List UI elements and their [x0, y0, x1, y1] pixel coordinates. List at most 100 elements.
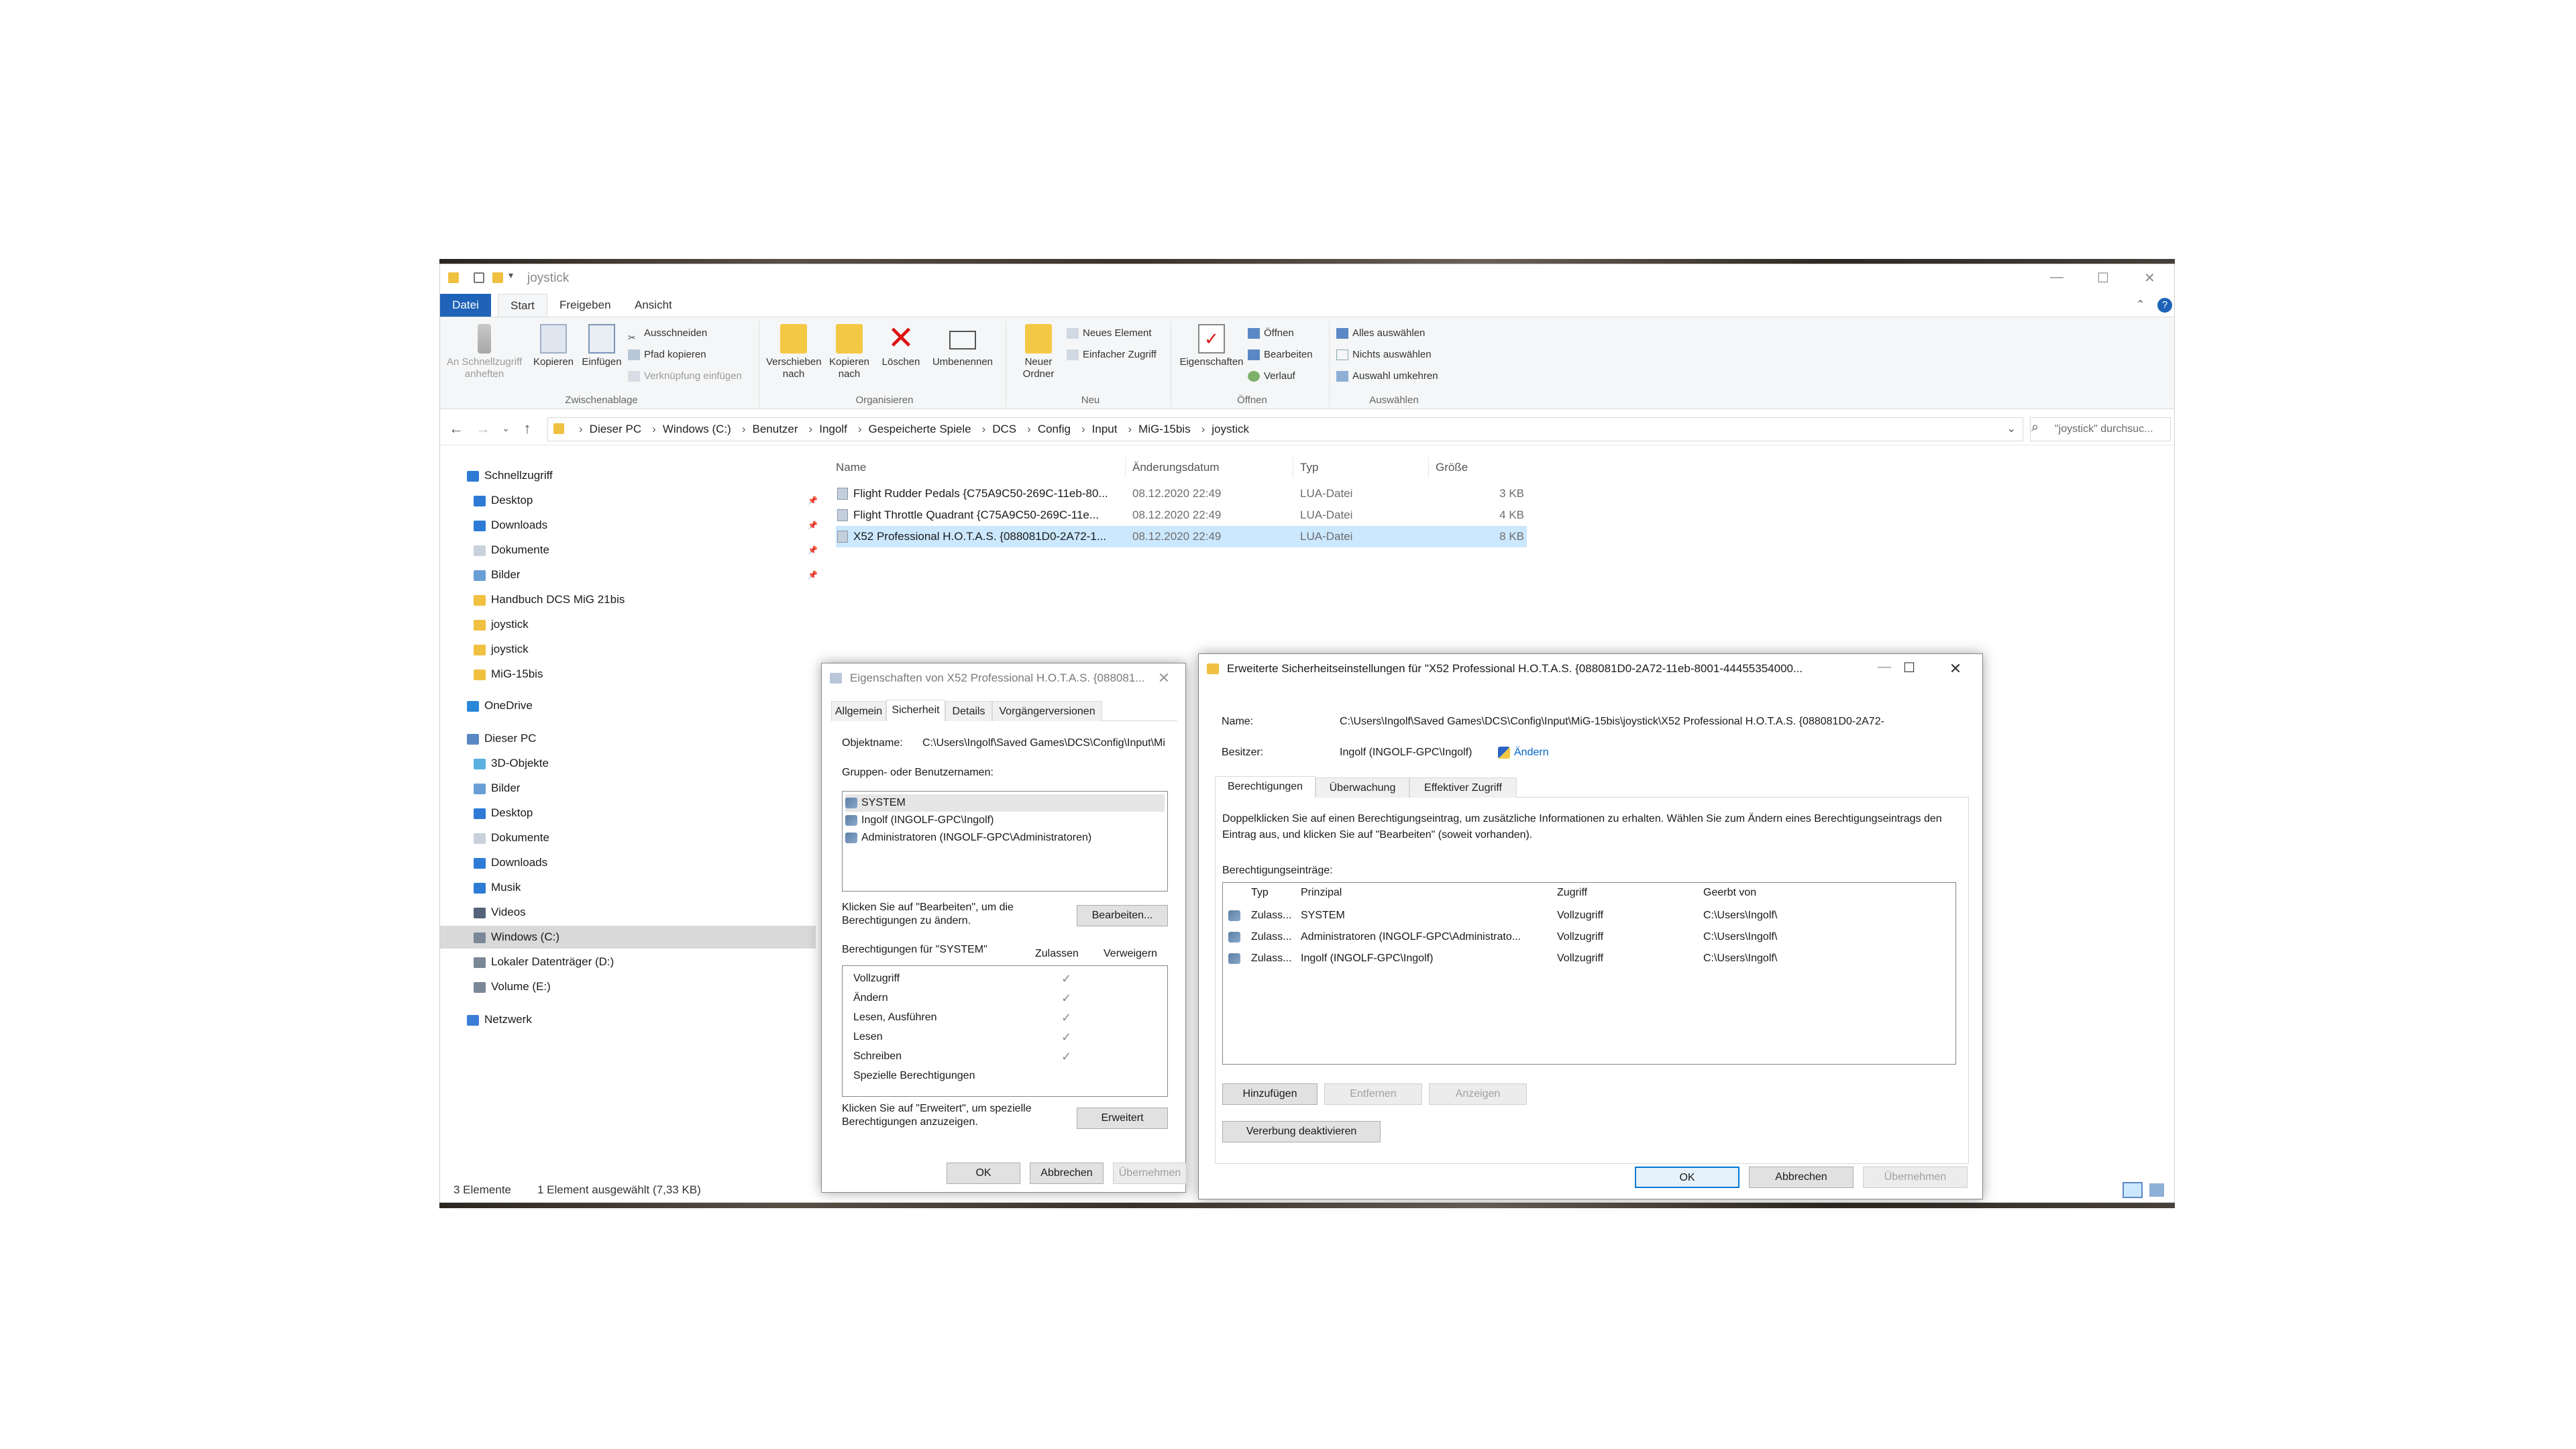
select-none-button[interactable]: Nichts auswählen [1334, 345, 1432, 364]
collapse-ribbon-icon[interactable]: ⌃ [2136, 298, 2145, 311]
breadcrumb-item[interactable]: Input [1092, 418, 1118, 441]
search-input[interactable]: "joystick" durchsuc... [2030, 417, 2171, 441]
tab-sicherheit[interactable]: Sicherheit [886, 700, 945, 721]
properties-cancel-button[interactable]: Abbrechen [1030, 1163, 1104, 1184]
easy-access-button[interactable]: Einfacher Zugriff [1064, 345, 1157, 364]
tab-ueberwachung[interactable]: Überwachung [1316, 777, 1409, 798]
back-arrow-icon[interactable]: ← [447, 420, 466, 437]
copy-button[interactable]: Kopieren [530, 324, 577, 368]
breadcrumb-item[interactable]: Benutzer [753, 418, 798, 441]
breadcrumb-item[interactable]: MiG-15bis [1138, 418, 1190, 441]
entries-col-geerbt[interactable]: Geerbt von [1703, 887, 1756, 899]
breadcrumb-separator-icon[interactable]: › [742, 418, 746, 441]
breadcrumb-item[interactable]: Config [1038, 418, 1071, 441]
tab-freigeben[interactable]: Freigeben [547, 294, 623, 317]
tab-berechtigungen[interactable]: Berechtigungen [1215, 776, 1316, 798]
nav-pc-item[interactable]: 3D-Objekte [440, 752, 816, 775]
nav-pc-item[interactable]: Bilder [440, 777, 816, 800]
breadcrumb-separator-icon[interactable]: › [858, 418, 862, 441]
file-row[interactable]: Flight Rudder Pedals {C75A9C50-269C-11eb… [836, 483, 1527, 504]
nav-this-pc[interactable]: Dieser PC [440, 727, 816, 750]
address-box[interactable]: › Dieser PC › Windows (C:) › Benutzer › Ingolf ›… [547, 417, 2023, 441]
paste-link-button[interactable]: Verknüpfung einfügen [625, 367, 742, 386]
tab-vorgaengerversionen[interactable]: Vorgängerversionen [992, 701, 1102, 721]
advanced-maximize-button[interactable]: ☐ [1903, 659, 1915, 676]
advanced-apply-button[interactable]: Übernehmen [1863, 1167, 1968, 1188]
pin-quick-access-button[interactable]: An Schnellzugriff anheften [444, 324, 525, 380]
group-entry[interactable]: Administratoren (INGOLF-GPC\Administrato… [845, 829, 1165, 847]
pin-icon[interactable]: 📌 [808, 514, 818, 537]
column-name[interactable]: Name [830, 458, 1126, 478]
entries-col-prinzipal[interactable]: Prinzipal [1301, 887, 1342, 899]
file-row[interactable]: X52 Professional H.O.T.A.S. {088081D0-2A… [836, 526, 1527, 547]
properties-close-button[interactable]: ✕ [1149, 663, 1179, 693]
pin-icon[interactable]: 📌 [808, 564, 818, 586]
open-button[interactable]: Öffnen [1245, 324, 1294, 343]
nav-pc-item[interactable]: Windows (C:) [440, 926, 816, 949]
copy-path-button[interactable]: Pfad kopieren [625, 345, 706, 364]
move-to-button[interactable]: Verschieben nach [766, 324, 822, 380]
nav-onedrive[interactable]: OneDrive [440, 694, 816, 717]
forward-arrow-icon[interactable]: → [474, 420, 492, 437]
remove-button[interactable]: Entfernen [1324, 1083, 1422, 1105]
nav-pc-item[interactable]: Desktop [440, 802, 816, 824]
nav-pc-item[interactable]: Videos [440, 901, 816, 924]
breadcrumb-separator-icon[interactable]: › [652, 418, 656, 441]
breadcrumb-separator-icon[interactable]: › [1128, 418, 1132, 441]
nav-quick-item[interactable]: joystick [440, 638, 816, 661]
groups-list[interactable]: SYSTEM Ingolf (INGOLF-GPC\Ingolf) Administ… [842, 791, 1168, 892]
history-button[interactable]: Verlauf [1245, 367, 1295, 386]
copy-to-button[interactable]: Kopieren nach [824, 324, 875, 380]
breadcrumb-separator-icon[interactable]: › [1201, 418, 1205, 441]
breadcrumb-item[interactable]: Windows (C:) [663, 418, 731, 441]
tab-allgemein[interactable]: Allgemein [831, 701, 886, 721]
nav-pc-item[interactable]: Volume (E:) [440, 975, 816, 998]
nav-pc-item[interactable]: Dokumente [440, 826, 816, 849]
entries-col-typ[interactable]: Typ [1251, 887, 1269, 899]
nav-quick-item[interactable]: Desktop 📌 [440, 489, 818, 512]
pin-icon[interactable]: 📌 [808, 489, 818, 512]
delete-button[interactable]: ✕ Löschen [877, 323, 924, 368]
column-date[interactable]: Änderungsdatum [1127, 458, 1293, 478]
tab-datei[interactable]: Datei [440, 294, 491, 317]
breadcrumb-separator-icon[interactable]: › [1081, 418, 1085, 441]
column-size[interactable]: Größe [1430, 458, 1531, 478]
properties-ok-button[interactable]: OK [947, 1163, 1020, 1184]
tab-details[interactable]: Details [945, 701, 992, 721]
breadcrumb-separator-icon[interactable]: › [982, 418, 986, 441]
nav-quick-item[interactable]: Downloads 📌 [440, 514, 818, 537]
tab-start[interactable]: Start [498, 294, 547, 317]
invert-selection-button[interactable]: Auswahl umkehren [1334, 367, 1438, 386]
large-icons-view-icon[interactable] [2149, 1183, 2164, 1197]
nav-network[interactable]: Netzwerk [440, 1008, 816, 1031]
recent-locations-icon[interactable]: ⌄ [496, 423, 515, 434]
disable-inheritance-button[interactable]: Vererbung deaktivieren [1222, 1121, 1381, 1142]
paste-button[interactable]: Einfügen [578, 324, 625, 368]
file-row[interactable]: Flight Throttle Quadrant {C75A9C50-269C-… [836, 504, 1527, 526]
group-entry[interactable]: Ingolf (INGOLF-GPC\Ingolf) [845, 812, 1165, 829]
customize-toolbar-icon[interactable]: ▾ [508, 270, 513, 281]
breadcrumb-item[interactable]: Dieser PC [590, 418, 641, 441]
edit-permissions-button[interactable]: Bearbeiten... [1077, 905, 1168, 926]
minimize-button[interactable]: — [2050, 270, 2063, 285]
rename-button[interactable]: Umbenennen [927, 324, 998, 368]
nav-pc-item[interactable]: Lokaler Datenträger (D:) [440, 951, 816, 973]
pin-icon[interactable]: 📌 [808, 539, 818, 561]
address-dropdown-icon[interactable]: ⌄ [2007, 418, 2016, 441]
nav-quick-item[interactable]: joystick [440, 613, 816, 636]
add-button[interactable]: Hinzufügen [1222, 1083, 1318, 1105]
group-entry[interactable]: SYSTEM [845, 794, 1165, 812]
breadcrumb-separator-icon[interactable]: › [579, 418, 583, 441]
new-folder-quick-icon[interactable] [492, 272, 503, 283]
breadcrumb-separator-icon[interactable]: › [809, 418, 813, 441]
advanced-ok-button[interactable]: OK [1635, 1167, 1739, 1188]
up-arrow-icon[interactable]: ↑ [518, 420, 537, 437]
advanced-minimize-button[interactable]: — [1878, 659, 1891, 675]
nav-quick-item[interactable]: Bilder 📌 [440, 564, 818, 586]
advanced-button[interactable]: Erweitert [1077, 1108, 1168, 1129]
nav-pc-item[interactable]: Musik [440, 876, 816, 899]
new-folder-button[interactable]: Neuer Ordner [1013, 324, 1064, 380]
view-button[interactable]: Anzeigen [1429, 1083, 1527, 1105]
properties-quick-icon[interactable] [474, 272, 484, 283]
entries-table[interactable]: Typ Prinzipal Zugriff Geerbt von Zulass.… [1222, 882, 1956, 1065]
